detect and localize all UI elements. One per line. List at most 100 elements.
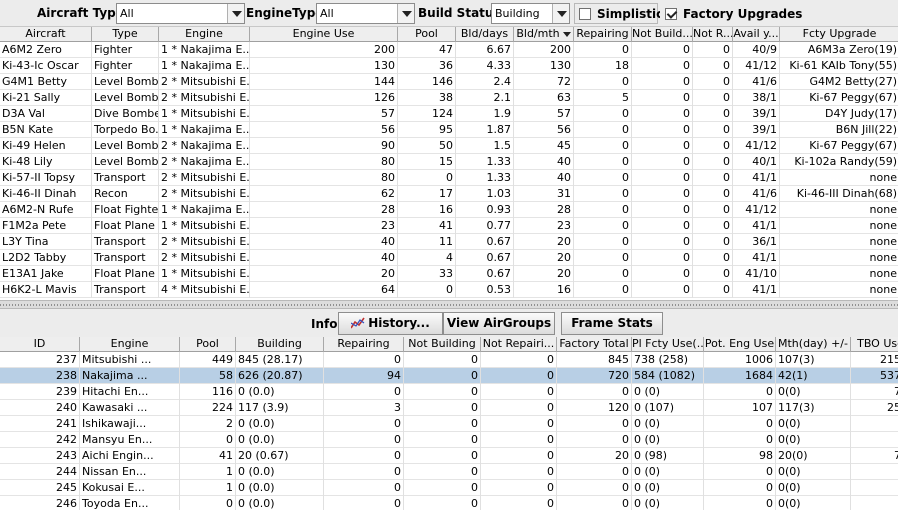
aircraft-cell: 41/1	[733, 218, 780, 234]
build-status-value: Building	[495, 7, 540, 20]
aircraft-column-header[interactable]: Avail y...	[733, 27, 780, 42]
engine-column-header[interactable]: Not Building	[404, 337, 481, 352]
simplistic-checkbox[interactable]: Simplistic	[574, 3, 663, 24]
engine-cell: 0	[404, 368, 481, 384]
aircraft-cell: 0	[693, 234, 733, 250]
chevron-down-icon[interactable]	[397, 4, 414, 23]
aircraft-cell: 0	[693, 266, 733, 282]
aircraft-cell: 0	[574, 250, 632, 266]
aircraft-cell: L2D2 Tabby	[0, 250, 92, 266]
split-pane-divider[interactable]	[0, 300, 898, 309]
engine-cell: 0(0)	[776, 480, 851, 496]
aircraft-table-row[interactable]: Ki-46-II Dinah Recon 2 * Mitsubishi E... 62…	[0, 186, 898, 202]
checkbox-icon[interactable]	[665, 8, 677, 20]
chevron-down-icon[interactable]	[552, 4, 569, 23]
engine-table[interactable]: ID Engine Pool Building Repairing Not Buildin…	[0, 337, 898, 510]
engine-cell: 107(3)	[776, 352, 851, 368]
aircraft-cell: 0	[574, 106, 632, 122]
factory-upgrades-checkbox[interactable]: Factory Upgrades	[660, 3, 802, 24]
history-button[interactable]: History...	[338, 312, 443, 335]
aircraft-column-header[interactable]: Bld/days	[456, 27, 514, 42]
engine-cell: 3	[324, 400, 404, 416]
engine-column-header[interactable]: Mth(day) +/-	[776, 337, 851, 352]
aircraft-table-row[interactable]: G4M1 BettyLevel Bomber2 * Mitsubishi E..…	[0, 74, 898, 90]
engine-table-row[interactable]: 243 Aichi Engin... 41 20 (0.67) 0 0 0 20 0 (98) 9…	[0, 448, 898, 464]
engine-cell: 720	[557, 368, 632, 384]
view-airgroups-button[interactable]: View AirGroups	[443, 312, 555, 335]
aircraft-column-header[interactable]: Not Build...	[632, 27, 693, 42]
aircraft-table-row[interactable]: L2D2 Tabby Transport 2 * Mitsubishi E... 40…	[0, 250, 898, 266]
engine-column-header[interactable]: Not Repairi...	[481, 337, 557, 352]
aircraft-cell: Fighter	[92, 42, 159, 58]
aircraft-table[interactable]: Aircraft Type Engine Engine Use Pool Bld/days…	[0, 27, 898, 300]
aircraft-cell: 1 * Mitsubishi E...	[161, 266, 250, 282]
aircraft-cell: 0	[632, 218, 693, 234]
splitter-grip-icon[interactable]	[0, 304, 898, 306]
aircraft-cell: 1.33	[456, 154, 514, 170]
engine-table-row[interactable]: 237 Mitsubishi ... 449 845 (28.17) 0 0 0 845 738…	[0, 352, 898, 368]
aircraft-column-header[interactable]: Engine Use	[250, 27, 398, 42]
aircraft-cell: 0	[632, 154, 693, 170]
aircraft-cell: Transport	[92, 234, 159, 250]
engine-table-row[interactable]: 238 Nakajima ... 58 626 (20.87) 94 0 0 720 584 (…	[0, 368, 898, 384]
aircraft-column-header[interactable]: Type	[92, 27, 159, 42]
aircraft-table-row[interactable]: Ki-57-II Topsy Transport 2 * Mitsubishi E.…	[0, 170, 898, 186]
aircraft-cell: 0	[693, 74, 733, 90]
aircraft-column-header[interactable]: Bld/mth	[514, 27, 574, 42]
engine-table-row[interactable]: 239 Hitachi En... 116 0 (0.0) 0 0 0 0 0 (0) 0 0(0)…	[0, 384, 898, 400]
aircraft-column-header[interactable]: Repairing	[574, 27, 632, 42]
engine-column-header[interactable]: ID	[0, 337, 80, 352]
aircraft-cell: 80	[250, 154, 398, 170]
aircraft-table-row[interactable]: E13A1 Jake Float Plane 1 * Mitsubishi E...…	[0, 266, 898, 282]
engine-cell: 845 (28.17)	[236, 352, 324, 368]
aircraft-column-header[interactable]: Not R...	[693, 27, 733, 42]
aircraft-table-row[interactable]: Ki-49 HelenLevel Bomber2 * Nakajima E...…	[0, 138, 898, 154]
aircraft-column-header[interactable]: Engine	[159, 27, 250, 42]
aircraft-table-row[interactable]: B5N Kate Torpedo Bo... 1 * Nakajima E... 56…	[0, 122, 898, 138]
aircraft-type-select[interactable]: All	[116, 3, 245, 24]
aircraft-cell: Ki-43-Ic Oscar	[0, 58, 92, 74]
engine-table-row[interactable]: 242Mansyu En...00 (0.0)00000 (0)00(0)0	[0, 432, 898, 448]
engine-table-row[interactable]: 244Nissan En...10 (0.0)00000 (0)00(0)0	[0, 464, 898, 480]
engine-column-header[interactable]: Pool	[180, 337, 236, 352]
engine-column-header[interactable]: Engine	[80, 337, 180, 352]
frame-stats-button[interactable]: Frame Stats	[561, 312, 663, 335]
engine-column-header[interactable]: Building	[236, 337, 324, 352]
engine-cell: 0(0)	[776, 496, 851, 510]
engine-cell: 0	[481, 368, 557, 384]
aircraft-table-row[interactable]: A6M2-N Rufe Float Fighter 1 * Nakajima E..…	[0, 202, 898, 218]
engine-cell: 0 (0.0)	[236, 480, 324, 496]
aircraft-table-row[interactable]: Ki-48 LilyLevel Bomber2 * Nakajima E...8…	[0, 154, 898, 170]
aircraft-table-row[interactable]: F1M2a Pete Float Plane 1 * Mitsubishi E...…	[0, 218, 898, 234]
engine-type-select[interactable]: All	[316, 3, 415, 24]
aircraft-cell: 90	[250, 138, 398, 154]
engine-table-row[interactable]: 245Kokusai E...10 (0.0)00000 (0)00(0)0	[0, 480, 898, 496]
aircraft-table-row[interactable]: H6K2-L Mavis Transport 4 * Mitsubishi E...…	[0, 282, 898, 298]
engine-column-header[interactable]: Factory Total	[557, 337, 632, 352]
engine-table-row[interactable]: 240 Kawasaki ... 224 117 (3.9) 3 0 0 120 0 (107)…	[0, 400, 898, 416]
aircraft-table-row[interactable]: A6M2 Zero Fighter 1 * Nakajima E... 200 47 6.…	[0, 42, 898, 58]
aircraft-cell: Ki-67 Peggy(67)	[780, 90, 898, 106]
aircraft-column-header[interactable]: Fcty Upgrade	[780, 27, 898, 42]
engine-column-header[interactable]: Repairing	[324, 337, 404, 352]
engine-table-row[interactable]: 246Toyoda En...00 (0.0)00000 (0)00(0)0	[0, 496, 898, 510]
aircraft-cell: B6N Jill(22)	[780, 122, 898, 138]
aircraft-table-row[interactable]: Ki-21 SallyLevel Bomber2 * Mitsubishi E.…	[0, 90, 898, 106]
aircraft-cell: Level Bomber	[94, 90, 159, 106]
engine-cell: 0(0)	[776, 416, 851, 432]
aircraft-cell: 0	[632, 106, 693, 122]
aircraft-table-row[interactable]: Ki-43-Ic Oscar Fighter 1 * Nakajima E... 13…	[0, 58, 898, 74]
engine-column-header[interactable]: Pot. Eng Use	[704, 337, 776, 352]
checkbox-icon[interactable]	[579, 8, 591, 20]
engine-column-header[interactable]: Pl Fcty Use(...	[632, 337, 704, 352]
aircraft-column-header[interactable]: Pool	[398, 27, 456, 42]
engine-table-row[interactable]: 241Ishikawaji...20 (0.0)00000 (0)00(0)0	[0, 416, 898, 432]
aircraft-column-header[interactable]: Aircraft	[0, 27, 92, 42]
aircraft-table-row[interactable]: D3A Val Dive Bomber 1 * Mitsubishi E... 57 1…	[0, 106, 898, 122]
build-status-select[interactable]: Building	[491, 3, 570, 24]
chevron-down-icon[interactable]	[227, 4, 244, 23]
engine-cell: Nakajima ...	[80, 368, 180, 384]
aircraft-cell: 23	[514, 218, 574, 234]
aircraft-table-row[interactable]: L3Y Tina Transport 2 * Mitsubishi E... 40 11…	[0, 234, 898, 250]
engine-column-header[interactable]: TBO Use	[851, 337, 898, 352]
